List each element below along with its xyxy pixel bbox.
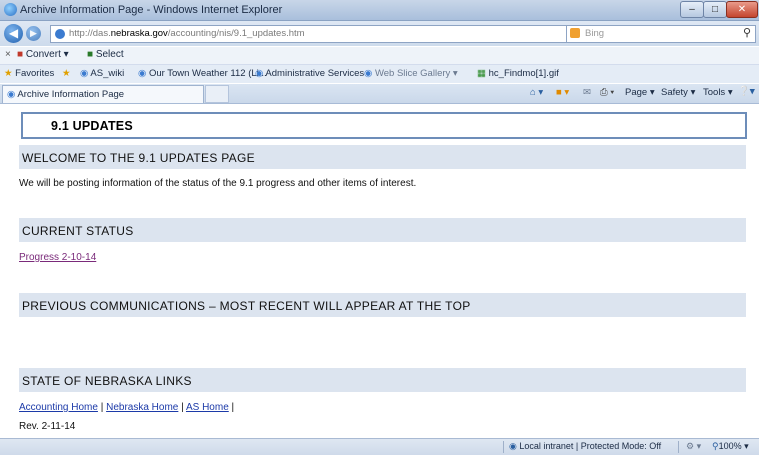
welcome-text: We will be posting information of the st… — [19, 178, 417, 189]
title-bar: Archive Information Page - Windows Inter… — [0, 0, 759, 21]
favorites-bar: ★ Favorites ★ ◉ AS_wiki ◉ Our Town Weath… — [0, 65, 759, 83]
link-separator: | — [97, 402, 107, 413]
section-heading-text: CURRENT STATUS — [22, 224, 134, 238]
page-header-box: 9.1 UPDATES — [21, 112, 747, 139]
globe-icon: ◉ — [509, 441, 517, 451]
ie-page-icon: ◉ — [364, 68, 373, 79]
link-separator: | — [228, 402, 235, 413]
zoom-control[interactable]: ⚲100% ▾ — [712, 441, 749, 452]
search-placeholder: Bing — [585, 28, 605, 39]
page-menu[interactable]: Page ▾ — [625, 87, 655, 98]
tab-archive-information[interactable]: ◉ Archive Information Page — [2, 85, 204, 103]
ie-page-icon: ◉ — [138, 68, 147, 79]
minimize-button[interactable]: – — [680, 1, 704, 18]
search-box[interactable]: Bing ⚲ — [566, 25, 756, 43]
image-icon: ▦ — [477, 68, 486, 79]
close-button[interactable]: ✕ — [726, 1, 758, 18]
safety-menu[interactable]: Safety ▾ — [661, 87, 695, 98]
protected-mode-icon[interactable]: ⚙ ▾ — [686, 441, 701, 452]
favorite-item-admin-services[interactable]: ◉ Administrative Services — [255, 68, 364, 79]
revision-text: Rev. 2-11-14 — [19, 421, 76, 432]
ie-page-icon: ◉ — [7, 89, 16, 100]
command-bar: × ■ Convert ▾ ■ Select — [0, 47, 759, 65]
status-divider — [678, 441, 679, 453]
address-toolbar: ◀ ▶ http://das.nebraska.gov/accounting/n… — [0, 21, 759, 46]
tab-bar: ◉ Archive Information Page ⌂ ▾ ■ ▾ ✉ ⎙ ▾… — [0, 84, 759, 104]
accounting-home-link[interactable]: Accounting Home — [19, 402, 98, 413]
security-zone[interactable]: ◉ Local intranet | Protected Mode: Off — [509, 441, 661, 452]
section-heading-text: STATE OF NEBRASKA LINKS — [22, 374, 192, 388]
progress-link[interactable]: Progress 2-10-14 — [19, 252, 96, 263]
ie-logo-icon — [4, 3, 17, 16]
address-bar[interactable]: http://das.nebraska.gov/accounting/nis/9… — [50, 25, 649, 43]
section-nebraska-links-heading: STATE OF NEBRASKA LINKS — [19, 368, 746, 392]
page-icon — [55, 29, 65, 39]
convert-button[interactable]: ■ Convert ▾ — [17, 49, 69, 60]
close-toolbar-icon[interactable]: × — [5, 49, 11, 60]
tab-label: ◉ Archive Information Page — [7, 89, 125, 100]
help-icon[interactable]: ❔▾ — [738, 86, 755, 97]
convert-icon: ■ — [17, 49, 24, 60]
status-bar: ◉ Local intranet | Protected Mode: Off ⚙… — [0, 438, 759, 455]
zoom-icon: ⚲ — [712, 441, 719, 451]
section-heading-text: WELCOME TO THE 9.1 UPDATES PAGE — [22, 151, 255, 165]
link-separator: | — [178, 402, 186, 413]
back-button[interactable]: ◀ — [4, 24, 23, 43]
status-divider — [503, 441, 504, 453]
star-icon: ★ — [4, 68, 13, 79]
progress-link-row: Progress 2-10-14 — [19, 252, 96, 263]
as-home-link[interactable]: AS Home — [186, 402, 229, 413]
section-previous-communications-heading: PREVIOUS COMMUNICATIONS – MOST RECENT WI… — [19, 293, 746, 317]
ie-page-icon: ◉ — [80, 68, 89, 79]
print-icon[interactable]: ⎙ ▾ — [600, 87, 614, 98]
section-welcome-heading: WELCOME TO THE 9.1 UPDATES PAGE — [19, 145, 746, 169]
page-title: 9.1 UPDATES — [51, 119, 133, 133]
new-tab-button[interactable] — [205, 85, 229, 103]
favorite-item-hc-findmo[interactable]: ▦ hc_Findmo[1].gif — [477, 68, 559, 79]
favorite-item-as-wiki[interactable]: ◉ AS_wiki — [80, 68, 124, 79]
search-icon[interactable]: ⚲ — [743, 26, 751, 39]
select-button[interactable]: ■ Select — [87, 49, 124, 60]
feeds-icon[interactable]: ■ ▾ — [556, 87, 569, 98]
address-url: http://das.nebraska.gov/accounting/nis/9… — [69, 28, 305, 39]
select-icon: ■ — [87, 49, 94, 60]
tools-menu[interactable]: Tools ▾ — [703, 87, 733, 98]
favorite-item-weather[interactable]: ◉ Our Town Weather 112 (Li... — [138, 68, 267, 79]
bing-logo-icon — [570, 28, 580, 38]
add-favorite-icon[interactable]: ★ — [62, 68, 71, 79]
maximize-button[interactable]: □ — [703, 1, 727, 18]
home-icon[interactable]: ⌂ ▾ — [530, 87, 543, 98]
window-title: Archive Information Page - Windows Inter… — [20, 4, 283, 16]
mail-icon[interactable]: ✉ — [583, 87, 591, 98]
favorites-button[interactable]: ★ Favorites — [4, 68, 54, 79]
forward-button[interactable]: ▶ — [26, 26, 41, 41]
favorite-item-web-slice[interactable]: ◉ Web Slice Gallery ▾ — [364, 68, 458, 79]
section-current-status-heading: CURRENT STATUS — [19, 218, 746, 242]
page-content: 9.1 UPDATES WELCOME TO THE 9.1 UPDATES P… — [0, 104, 759, 438]
section-heading-text: PREVIOUS COMMUNICATIONS – MOST RECENT WI… — [22, 299, 471, 313]
nebraska-home-link[interactable]: Nebraska Home — [106, 402, 178, 413]
nebraska-links-row: Accounting Home | Nebraska Home | AS Hom… — [19, 402, 234, 413]
ie-page-icon: ◉ — [255, 68, 264, 79]
